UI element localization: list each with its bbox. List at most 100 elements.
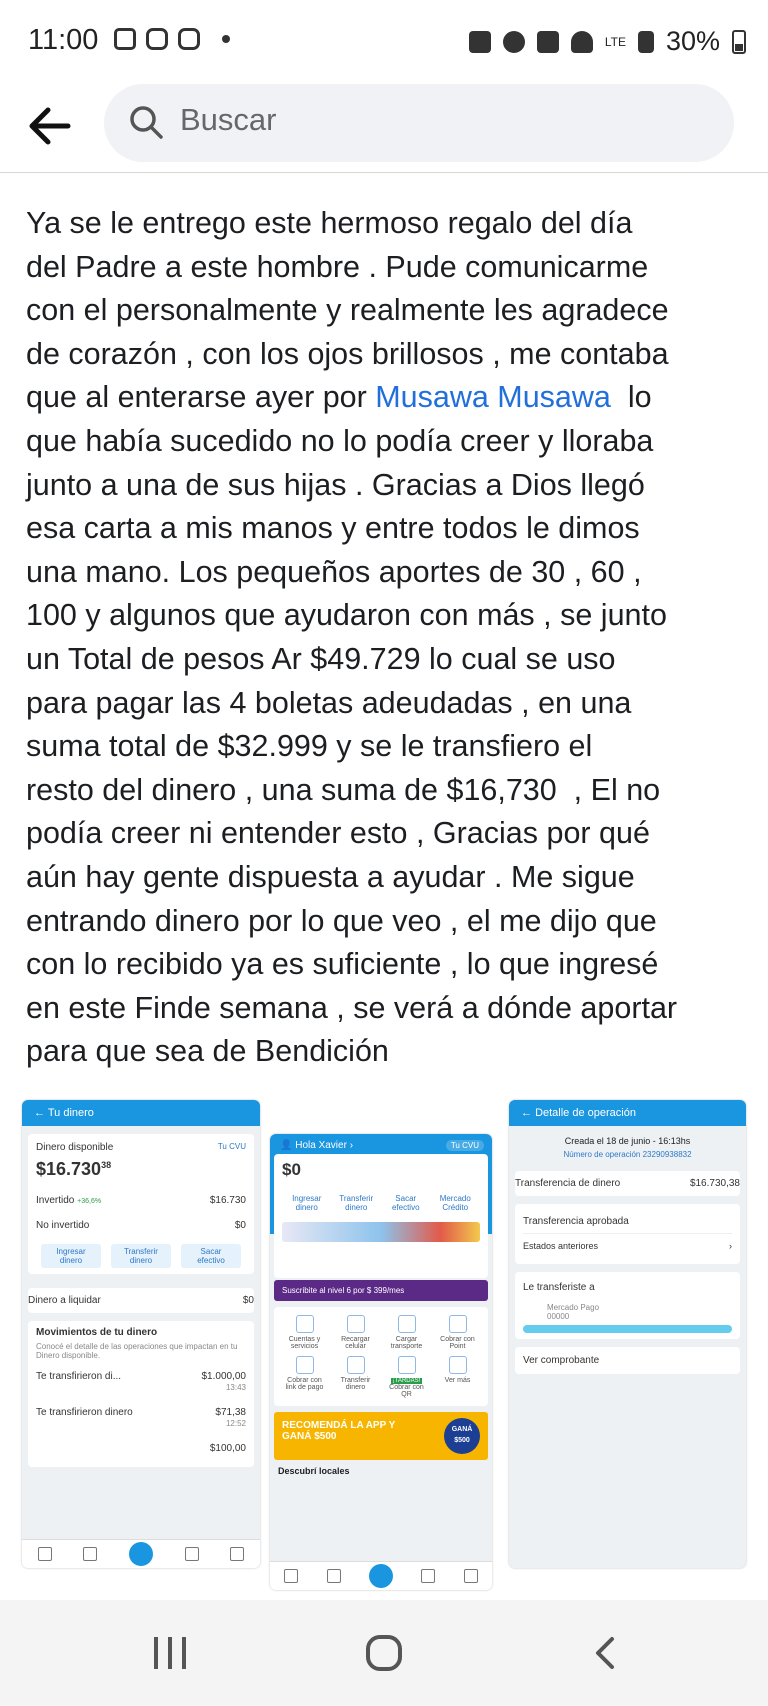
created-date: Creada el 18 de junio - 16:13hs: [564, 1136, 691, 1146]
not-invested-amount: $0: [234, 1220, 246, 1231]
action: Sacar efectivo: [391, 1194, 420, 1212]
grid-item: Transferir dinero: [333, 1356, 378, 1398]
available-amount: $16.73038: [36, 1159, 112, 1179]
balance: $0: [282, 1160, 301, 1179]
signal-icon: [637, 30, 654, 53]
screen-title: ← Tu dinero: [22, 1100, 260, 1126]
movement-amount: $71,38: [215, 1407, 246, 1418]
action: Mercado Crédito: [439, 1194, 471, 1212]
operation-number: Número de operación 23290938832: [563, 1150, 692, 1159]
movement-amount: $1.000,00: [201, 1371, 247, 1382]
previous-states: Estados anteriores: [523, 1241, 599, 1251]
grid-item: Cargar transporte: [384, 1315, 429, 1350]
recents-icon[interactable]: [154, 1637, 186, 1669]
grid-item: Cobrar con Point: [435, 1315, 480, 1350]
lock-icon: [468, 30, 491, 53]
screenshot-tu-dinero: ← Tu dinero Dinero disponible Tu CVU $16…: [22, 1100, 260, 1568]
grid-item: Cobrar con link de pago: [282, 1356, 327, 1398]
more-notifications-icon: [222, 35, 230, 43]
action: Transferir dinero: [339, 1194, 374, 1212]
grid-item: Ver más: [435, 1356, 480, 1398]
grid-item: ¡TARDAS! Cobrar con QR: [384, 1356, 429, 1398]
approved-status: Transferencia aprobada: [523, 1216, 629, 1227]
redaction-mark: [523, 1325, 732, 1333]
grid-item: Cuentas y servicios: [282, 1315, 327, 1350]
receipt-link: Ver comprobante: [515, 1347, 740, 1374]
mention-link[interactable]: Musawa Musawa: [375, 380, 611, 414]
status-card: Transferencia aprobada Estados anteriore…: [515, 1204, 740, 1264]
activity-icon: [326, 1569, 341, 1583]
to-settle-amount: $0: [242, 1295, 254, 1306]
recipient-card: Le transferiste a Mercado Pago 00000: [515, 1272, 740, 1339]
post-image[interactable]: ← Tu dinero Dinero disponible Tu CVU $16…: [22, 1100, 746, 1590]
invested-label: Invertido +36,6%: [36, 1195, 102, 1206]
referral-banner: RECOMENDÁ LA APP Y GANÁ $500 GANÁ $500: [274, 1412, 488, 1460]
bell-icon: [421, 1569, 436, 1583]
to-settle-label: Dinero a liquidar: [28, 1295, 101, 1306]
search-input[interactable]: Buscar: [104, 84, 734, 162]
greeting: 👤 Hola Xavier ›: [280, 1140, 354, 1151]
discover-title: Descubrí locales: [278, 1466, 350, 1476]
app-tabbar: [270, 1561, 492, 1590]
to-settle-card: Dinero a liquidar $0: [28, 1288, 254, 1313]
screenshot-detalle: ← Detalle de operación Creada el 18 de j…: [509, 1100, 746, 1568]
transferred-to: Le transferiste a: [523, 1282, 595, 1293]
action-ingresar: Ingresar dinero: [41, 1244, 101, 1268]
action-sacar: Sacar efectivo: [181, 1244, 241, 1268]
app-tabbar: [22, 1539, 260, 1568]
status-bar: 11:00 LTE 30%: [0, 0, 768, 84]
battery-icon: [732, 29, 746, 54]
transfer-card: Transferencia de dinero $16.730,38: [515, 1171, 740, 1196]
action-transferir: Transferir dinero: [111, 1244, 171, 1268]
subscription-promo: Suscribite al nivel 6 por $ 399/mes: [274, 1280, 488, 1301]
search-placeholder: Buscar: [180, 102, 277, 137]
recipient-id: 00000: [547, 1312, 570, 1321]
battery-percent: 30%: [665, 26, 720, 56]
available-card: Dinero disponible Tu CVU $16.73038 Inver…: [28, 1134, 254, 1274]
network-label: LTE: [604, 34, 626, 49]
bell-icon: [184, 1547, 199, 1561]
movement-row: Te transfirieron dinero $71,38 12:52: [36, 1400, 246, 1436]
instagram-icon: [178, 28, 200, 50]
movement-row: $100,00: [36, 1436, 246, 1461]
money-actions: Ingresar dinero Transferir dinero Sacar …: [36, 1244, 246, 1268]
gallery-icon: [114, 28, 136, 50]
qr-icon: [368, 1564, 393, 1588]
movement-amount: $100,00: [209, 1443, 246, 1454]
notification-icons: [114, 28, 230, 50]
win-badge: GANÁ $500: [444, 1418, 480, 1454]
movement-time: 13:43: [225, 1383, 246, 1392]
home-icon: [37, 1547, 52, 1561]
recipient-sub: Mercado Pago: [547, 1303, 600, 1312]
alarm-icon: [502, 30, 525, 53]
available-label: Dinero disponible: [36, 1142, 114, 1153]
system-icons: LTE 30%: [468, 26, 746, 57]
movement-row: Te transfirieron di... $1.000,00 13:43: [36, 1364, 246, 1400]
nav-back-icon[interactable]: [590, 1636, 620, 1670]
home-button-icon[interactable]: [366, 1635, 402, 1671]
grid-item: Recargar celular: [333, 1315, 378, 1350]
screenshot-home: 👤 Hola Xavier › Tu CVU $0 Ingresar diner…: [270, 1134, 492, 1590]
post-body: Ya se le entrego este hermoso regalo del…: [26, 202, 750, 1074]
mute-icon: [536, 30, 559, 53]
back-arrow-icon[interactable]: [24, 98, 80, 154]
activity-icon: [83, 1547, 98, 1561]
search-icon: [130, 106, 163, 139]
instagram-icon: [146, 28, 168, 50]
movement-label: Te transfirieron dinero: [36, 1407, 133, 1418]
services-grid: Cuentas y servicios Recargar celular Car…: [274, 1307, 488, 1406]
transfer-amount: $16.730,38: [689, 1178, 740, 1189]
search-header: Buscar: [0, 84, 768, 173]
movements-subtitle: Conocé el detalle de las operaciones que…: [36, 1342, 238, 1360]
home-icon: [284, 1569, 299, 1583]
menu-icon: [463, 1569, 478, 1583]
cvu-chip: Tu CVU: [445, 1140, 484, 1151]
wifi-icon: [570, 30, 593, 53]
cards-strip: [282, 1222, 480, 1242]
not-invested-label: No invertido: [36, 1220, 90, 1231]
qr-icon: [128, 1542, 153, 1566]
menu-icon: [230, 1547, 245, 1561]
invested-amount: $16.730: [209, 1195, 246, 1206]
system-nav-bar: [0, 1600, 768, 1706]
post-text-end: lo que había sucedido no lo podía creer …: [26, 380, 678, 1069]
